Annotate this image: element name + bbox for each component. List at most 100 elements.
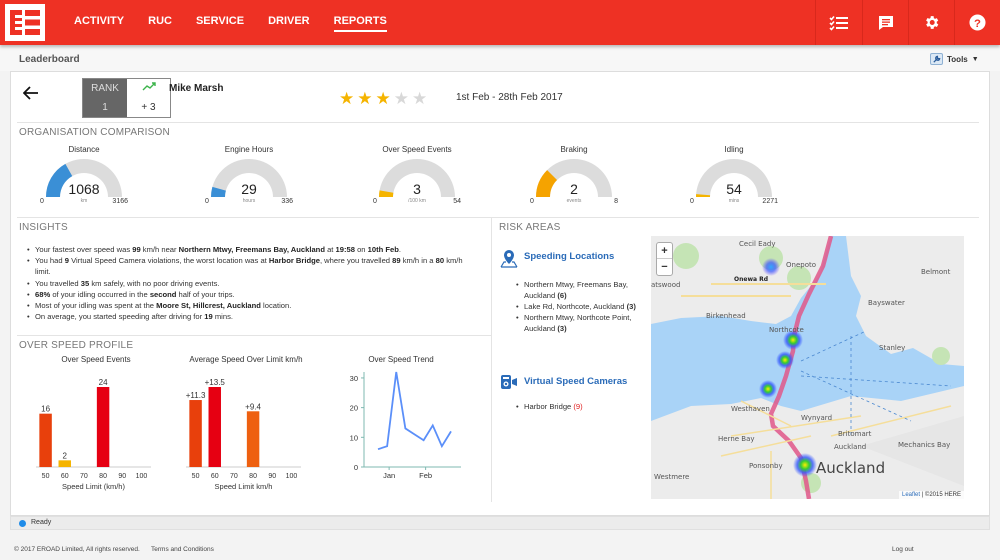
gauge-max: 2271 xyxy=(762,198,778,205)
nav-ruc[interactable]: RUC xyxy=(148,0,172,45)
help-icon: ? xyxy=(969,14,986,31)
checklist-icon xyxy=(828,15,848,31)
insights-list: Your fastest over speed was 99 km/h near… xyxy=(25,244,480,323)
bar-value-label: +11.3 xyxy=(186,391,206,400)
x-tick-label: 100 xyxy=(286,473,298,480)
gauge-label: Over Speed Events xyxy=(382,145,452,154)
terms-link[interactable]: Terms and Conditions xyxy=(151,546,214,553)
gauge-min: 0 xyxy=(205,198,209,205)
nav-reports[interactable]: REPORTS xyxy=(333,0,388,45)
status-indicator-icon xyxy=(19,520,26,527)
back-button[interactable] xyxy=(22,86,39,105)
help-button[interactable]: ? xyxy=(954,0,1000,45)
x-tick-label: 50 xyxy=(42,473,50,480)
zoom-in-button[interactable]: + xyxy=(657,243,672,259)
leaflet-link[interactable]: Leaflet xyxy=(902,492,920,498)
copyright: © 2017 EROAD Limited, All rights reserve… xyxy=(14,546,140,553)
divider xyxy=(491,217,492,502)
org-comparison-title: ORGANISATION COMPARISON xyxy=(19,127,170,138)
gauge-engine-hours: Engine Hours 29 hours 0 336 xyxy=(199,145,299,210)
rank-box: RANK 1 + 3 xyxy=(82,78,171,118)
virtual-speed-cameras-link[interactable]: Virtual Speed Cameras xyxy=(524,376,627,387)
logo-icon xyxy=(10,10,40,35)
rank-label: RANK xyxy=(91,83,119,94)
gauge-min: 0 xyxy=(690,198,694,205)
status-bar: Ready xyxy=(10,516,990,530)
bar-value-label: +9.4 xyxy=(245,402,261,411)
star-icon: ★ xyxy=(357,89,373,108)
divider xyxy=(17,217,979,218)
star-rating: ★ ★ ★ ★ ★ xyxy=(339,90,430,107)
page-header: Leaderboard Tools ▼ xyxy=(0,45,1000,71)
gauge-max: 8 xyxy=(614,198,618,205)
gauge-braking: Braking 2 events 0 8 xyxy=(524,145,624,210)
star-icon: ★ xyxy=(412,89,428,108)
svg-text:?: ? xyxy=(974,18,981,30)
logout-link[interactable]: Log out xyxy=(892,546,914,553)
bar-value-label: +13.5 xyxy=(205,378,226,387)
nav-activity[interactable]: ACTIVITY xyxy=(74,0,124,45)
bar xyxy=(189,400,202,467)
gauge-label: Engine Hours xyxy=(224,145,274,154)
caret-down-icon: ▼ xyxy=(971,55,979,63)
risk-heatmap-map[interactable]: Cecil Eady Onepoto Onewa Rd atswood Belm… xyxy=(651,236,964,499)
divider xyxy=(17,122,979,123)
x-tick-label: 90 xyxy=(118,473,126,480)
gauge-value: 3 xyxy=(413,181,421,197)
bar-value-label: 24 xyxy=(99,378,108,387)
zoom-out-button[interactable]: − xyxy=(657,259,672,275)
attribution-text: | ©2015 HERE xyxy=(920,492,961,498)
insight-item: 68% of your idling occurred in the secon… xyxy=(25,289,480,300)
gauge-idling: Idling 54 mins 0 2271 xyxy=(684,145,784,210)
speeding-locations-list: Northern Mtwy, Freemans Bay, Auckland (6… xyxy=(516,279,656,334)
gauge-value: 1068 xyxy=(68,181,100,197)
x-tick-label: Jan xyxy=(383,471,395,480)
bar-value-label: 2 xyxy=(63,451,68,460)
map-pin-icon xyxy=(500,250,518,268)
risk-location-item: Lake Rd, Northcote, Auckland (3) xyxy=(516,301,656,312)
star-icon: ★ xyxy=(339,89,355,108)
tools-label: Tools xyxy=(947,54,968,64)
gauge-unit: /100 km xyxy=(408,198,426,204)
eroad-logo[interactable] xyxy=(5,4,45,41)
leaderboard-panel: RANK 1 + 3 Mike Marsh ★ ★ ★ ★ ★ 1st Feb - 28… xyxy=(10,71,990,516)
x-axis-title: Speed Limit km/h xyxy=(215,482,273,491)
x-tick-label: 60 xyxy=(61,473,69,480)
x-tick-label: 60 xyxy=(211,473,219,480)
x-tick-label: 50 xyxy=(192,473,200,480)
gauge-over-speed-events: Over Speed Events 3/100 km 0 54 xyxy=(367,145,467,210)
rank-value: 1 xyxy=(102,102,108,113)
x-tick-label: Feb xyxy=(419,471,432,480)
tools-dropdown[interactable]: Tools ▼ xyxy=(930,53,979,65)
gauge-max: 336 xyxy=(281,198,293,205)
gear-icon xyxy=(926,16,939,29)
x-tick-label: 80 xyxy=(99,473,107,480)
gauge-label: Idling xyxy=(724,145,744,154)
footer: © 2017 EROAD Limited, All rights reserve… xyxy=(0,540,1000,560)
gauge-min: 0 xyxy=(373,198,377,205)
gauge-unit: events xyxy=(566,198,582,204)
top-navigation-bar: ACTIVITY RUC SERVICE DRIVER REPORTS ? xyxy=(0,0,1000,45)
speeding-locations-link[interactable]: Speeding Locations xyxy=(524,251,614,262)
x-axis-title: Speed Limit (km/h) xyxy=(62,482,125,491)
trend-line xyxy=(377,371,452,451)
risk-location-item: Northern Mtwy, Freemans Bay, Auckland (6… xyxy=(516,279,656,301)
gauge-max: 54 xyxy=(453,198,461,205)
avg-speed-over-limit-chart: 50 +11.3 60 +13.5 70 80 +9.4 90 100 Speed Limit k… xyxy=(186,378,301,491)
divider xyxy=(17,335,491,336)
over-speed-profile-title: OVER SPEED PROFILE xyxy=(19,340,134,351)
tasks-button[interactable] xyxy=(815,0,861,45)
x-tick-label: 70 xyxy=(80,473,88,480)
bar xyxy=(246,411,260,467)
gauge-min: 0 xyxy=(40,198,44,205)
driver-name: Mike Marsh xyxy=(169,83,224,94)
nav-service[interactable]: SERVICE xyxy=(196,0,244,45)
insight-item: On average, you started speeding after d… xyxy=(25,311,480,322)
messages-button[interactable] xyxy=(862,0,908,45)
settings-button[interactable] xyxy=(908,0,954,45)
star-icon: ★ xyxy=(375,89,391,108)
nav-driver[interactable]: DRIVER xyxy=(268,0,310,45)
page-title: Leaderboard xyxy=(19,54,80,65)
insight-item: You had 9 Virtual Speed Camera violation… xyxy=(25,255,480,277)
risk-location-item: Harbor Bridge (9) xyxy=(516,401,656,412)
